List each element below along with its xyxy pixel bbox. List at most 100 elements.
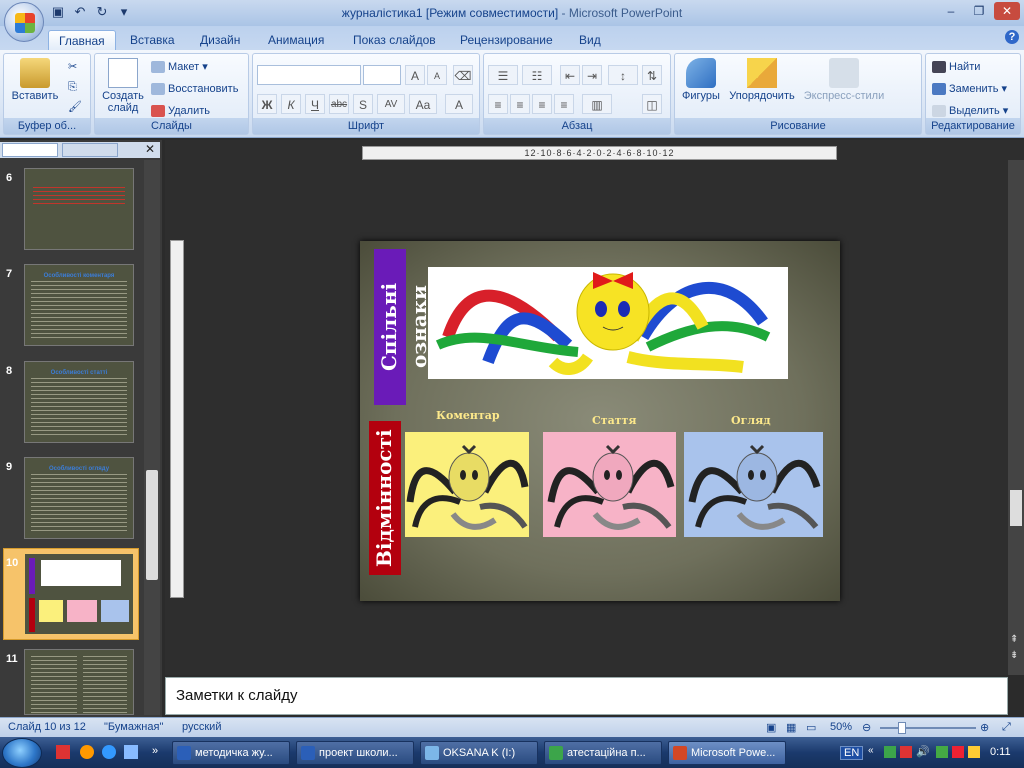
slide-thumbnail-10[interactable] bbox=[24, 553, 134, 635]
editor-scrollbar[interactable]: ⇞ ⇟ bbox=[1008, 160, 1024, 675]
tray-icon[interactable] bbox=[884, 746, 896, 758]
bullets-button[interactable]: ☰ bbox=[488, 65, 518, 85]
start-button[interactable] bbox=[2, 738, 42, 768]
arrange-button[interactable]: Упорядочить bbox=[725, 58, 799, 102]
thumb-text bbox=[83, 656, 127, 714]
taskbar-item-active[interactable]: Microsoft Powe... bbox=[668, 741, 786, 765]
quicklaunch-icon[interactable] bbox=[80, 745, 94, 759]
common-features-title: Спільні ознаки bbox=[374, 249, 431, 405]
paste-button[interactable]: Вставить bbox=[10, 58, 60, 102]
ie-icon[interactable] bbox=[102, 745, 116, 759]
zoom-in-icon[interactable]: ⊕ bbox=[980, 721, 989, 734]
numbering-button[interactable]: ☷ bbox=[522, 65, 552, 85]
zoom-out-icon[interactable]: ⊖ bbox=[862, 721, 871, 734]
font-color-button[interactable]: A bbox=[445, 94, 473, 114]
sorter-view-icon[interactable]: ▦ bbox=[786, 721, 796, 734]
close-button[interactable]: ✕ bbox=[994, 2, 1020, 20]
tab-animation[interactable]: Анимация bbox=[258, 30, 334, 50]
tray-icon[interactable] bbox=[952, 746, 964, 758]
layout-button[interactable]: Макет ▾ bbox=[151, 58, 208, 76]
copy-icon[interactable]: ⎘ bbox=[68, 78, 77, 96]
language[interactable]: русский bbox=[182, 721, 221, 733]
align-left-button[interactable]: ≡ bbox=[488, 94, 508, 114]
tray-icon[interactable] bbox=[968, 746, 980, 758]
tab-review[interactable]: Рецензирование bbox=[450, 30, 563, 50]
tab-outline-view[interactable] bbox=[62, 143, 118, 157]
slide-thumbnail-6[interactable] bbox=[24, 168, 134, 250]
justify-button[interactable]: ≡ bbox=[554, 94, 574, 114]
decrease-indent-button[interactable]: ⇤ bbox=[560, 65, 580, 85]
slide-thumbnail-9[interactable]: Особливості огляду bbox=[24, 457, 134, 539]
fit-window-icon[interactable]: ⤢ bbox=[1002, 721, 1011, 734]
tab-home[interactable]: Главная bbox=[48, 30, 116, 50]
scrollbar-thumb[interactable] bbox=[1010, 490, 1022, 526]
clear-format-button[interactable]: ⌫ bbox=[453, 65, 473, 85]
office-button[interactable] bbox=[4, 2, 44, 42]
tab-insert[interactable]: Вставка bbox=[120, 30, 185, 50]
tab-view[interactable]: Вид bbox=[569, 30, 611, 50]
smartart-button[interactable]: ◫ bbox=[642, 94, 662, 114]
tray-expand-icon[interactable]: « bbox=[868, 745, 874, 756]
spacing-button[interactable]: AV bbox=[377, 94, 405, 114]
grow-font-button[interactable]: A bbox=[405, 65, 425, 85]
binoculars-icon bbox=[932, 61, 946, 74]
line-spacing-button[interactable]: ↕ bbox=[608, 65, 638, 85]
article-image bbox=[543, 432, 676, 537]
find-button[interactable]: Найти bbox=[932, 58, 980, 76]
case-button[interactable]: Aa bbox=[409, 94, 437, 114]
minimize-button[interactable]: – bbox=[938, 2, 964, 20]
next-slide-icon[interactable]: ⇟ bbox=[1010, 650, 1018, 661]
quicklaunch-more-icon[interactable]: » bbox=[152, 745, 158, 757]
slides-panel-scrollbar[interactable] bbox=[144, 160, 160, 715]
restore-button[interactable]: ❐ bbox=[966, 2, 992, 20]
input-language[interactable]: EN bbox=[840, 746, 864, 760]
text-direction-button[interactable]: ⇅ bbox=[642, 65, 662, 85]
tab-design[interactable]: Дизайн bbox=[190, 30, 250, 50]
volume-icon[interactable]: 🔊 bbox=[916, 745, 930, 758]
align-right-button[interactable]: ≡ bbox=[532, 94, 552, 114]
prev-slide-icon[interactable]: ⇞ bbox=[1010, 634, 1018, 645]
taskbar-item[interactable]: OKSANA K (I:) bbox=[420, 741, 538, 765]
taskbar-item[interactable]: атестаційна п... bbox=[544, 741, 662, 765]
slide-canvas[interactable]: Спільні ознаки Відмінності Коментар Стат… bbox=[360, 241, 840, 601]
tray-icon[interactable] bbox=[900, 746, 912, 758]
slide-thumbnail-7[interactable]: Особливості коментаря bbox=[24, 264, 134, 346]
columns-button[interactable]: ▥ bbox=[582, 94, 612, 114]
quick-styles-button[interactable]: Экспресс-стили bbox=[801, 58, 887, 102]
font-name-combo[interactable] bbox=[257, 65, 361, 85]
increase-indent-button[interactable]: ⇥ bbox=[582, 65, 602, 85]
scrollbar-thumb[interactable] bbox=[146, 470, 158, 580]
close-panel-icon[interactable]: ✕ bbox=[145, 142, 155, 156]
bold-button[interactable]: Ж bbox=[257, 94, 277, 114]
replace-button[interactable]: Заменить ▾ bbox=[932, 80, 1007, 98]
strike-button[interactable]: abc bbox=[329, 94, 349, 114]
quicklaunch-icon[interactable] bbox=[56, 745, 70, 759]
zoom-level[interactable]: 50% bbox=[830, 721, 852, 733]
zoom-slider[interactable] bbox=[880, 727, 976, 729]
shrink-font-button[interactable]: A bbox=[427, 65, 447, 85]
align-center-button[interactable]: ≡ bbox=[510, 94, 530, 114]
clock[interactable]: 0:11 bbox=[990, 746, 1011, 758]
slideshow-view-icon[interactable]: ▭ bbox=[806, 721, 816, 734]
tab-slideshow[interactable]: Показ слайдов bbox=[343, 30, 446, 50]
shapes-button[interactable]: Фигуры bbox=[679, 58, 723, 102]
taskbar-item[interactable]: проект школи... bbox=[296, 741, 414, 765]
network-icon[interactable] bbox=[936, 746, 948, 758]
slide-thumbnail-11[interactable] bbox=[24, 649, 134, 715]
format-painter-icon[interactable]: 🖌 bbox=[68, 98, 82, 116]
normal-view-icon[interactable]: ▣ bbox=[766, 721, 776, 734]
slide-thumbnail-8[interactable]: Особливості статті bbox=[24, 361, 134, 443]
font-size-combo[interactable] bbox=[363, 65, 401, 85]
taskbar-item[interactable]: методичка жу... bbox=[172, 741, 290, 765]
shadow-button[interactable]: S bbox=[353, 94, 373, 114]
tab-slides-view[interactable] bbox=[2, 143, 58, 157]
cut-icon[interactable]: ✂ bbox=[68, 58, 77, 76]
help-icon[interactable]: ? bbox=[1005, 30, 1019, 44]
reset-button[interactable]: Восстановить bbox=[151, 80, 238, 98]
new-slide-button[interactable]: Создать слайд bbox=[99, 58, 147, 114]
underline-button[interactable]: Ч bbox=[305, 94, 325, 114]
desktop-icon[interactable] bbox=[124, 745, 138, 759]
notes-pane[interactable]: Заметки к слайду bbox=[165, 677, 1008, 715]
italic-button[interactable]: К bbox=[281, 94, 301, 114]
zoom-slider-thumb[interactable] bbox=[898, 722, 906, 734]
